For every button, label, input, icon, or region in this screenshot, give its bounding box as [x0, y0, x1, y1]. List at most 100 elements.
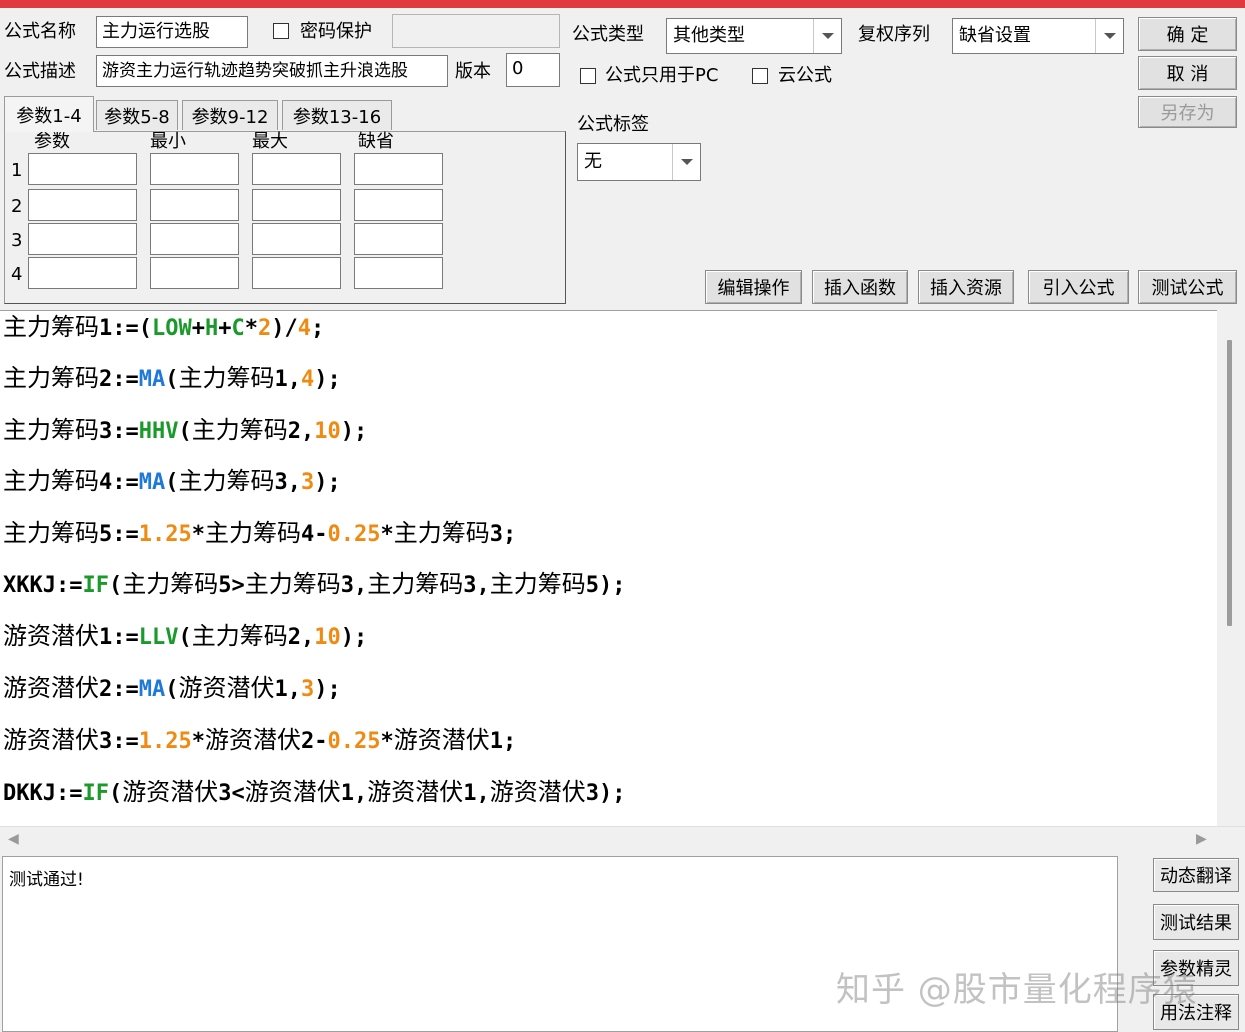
- code-line[interactable]: XKKJ:=IF(主力筹码5>主力筹码3,主力筹码3,主力筹码5);: [3, 569, 625, 601]
- param-4-min-input[interactable]: [150, 257, 239, 289]
- code-token: 游资潜伏: [367, 778, 464, 806]
- chevron-down-icon[interactable]: [1095, 19, 1123, 53]
- param-2-min-input[interactable]: [150, 189, 239, 221]
- code-token: 2,: [287, 625, 315, 650]
- code-token: );: [340, 419, 368, 444]
- dynamic-translate-button[interactable]: 动态翻译: [1153, 858, 1239, 892]
- code-token: HHV: [138, 419, 179, 444]
- param-3-max-input[interactable]: [252, 223, 341, 255]
- code-token: 主力筹码: [3, 313, 99, 341]
- param-4-max-input[interactable]: [252, 257, 341, 289]
- code-token: )/: [271, 316, 298, 341]
- code-token: DKKJ:=: [3, 781, 83, 806]
- code-token: );: [314, 677, 341, 702]
- code-line[interactable]: 游资潜伏2:=MA(游资潜伏1,3);: [3, 673, 341, 705]
- code-token: 3;: [489, 522, 517, 547]
- code-token: MA: [138, 367, 166, 392]
- code-token: 3,: [274, 470, 302, 495]
- save-as-button[interactable]: 另存为: [1138, 96, 1237, 128]
- cloud-checkbox[interactable]: [752, 68, 768, 84]
- param-header-max: 最大: [252, 131, 288, 152]
- code-token: (: [165, 677, 179, 702]
- param-2-default-input[interactable]: [354, 189, 443, 221]
- edit-ops-button[interactable]: 编辑操作: [705, 270, 802, 304]
- param-header-min: 最小: [150, 131, 186, 152]
- tab-params-13-16[interactable]: 参数13-16: [282, 100, 392, 130]
- code-token: 3:=: [99, 729, 139, 754]
- arrow-left-icon[interactable]: ◀: [8, 831, 19, 847]
- param-1-max-input[interactable]: [252, 153, 341, 185]
- code-token: 游资潜伏: [489, 778, 586, 806]
- code-editor[interactable]: 主力筹码1:=(LOW+H+C*2)/4; 主力筹码2:=MA(主力筹码1,4);…: [0, 310, 1217, 826]
- param-3-min-input[interactable]: [150, 223, 239, 255]
- code-token: 游资潜伏: [178, 674, 275, 702]
- watermark: 知乎 @股市量化程序猿: [836, 970, 1198, 1010]
- param-3-default-input[interactable]: [354, 223, 443, 255]
- formula-name-input[interactable]: 主力运行选股: [96, 16, 248, 48]
- arrow-right-icon[interactable]: ▶: [1196, 831, 1207, 847]
- cloud-label: 云公式: [778, 65, 832, 86]
- formula-tag-select[interactable]: 无: [577, 143, 701, 181]
- code-line[interactable]: 主力筹码2:=MA(主力筹码1,4);: [3, 363, 341, 395]
- code-token: +: [191, 316, 205, 341]
- code-token: );: [314, 470, 341, 495]
- param-4-default-input[interactable]: [354, 257, 443, 289]
- code-token: 主力筹码: [191, 622, 288, 650]
- insert-function-button[interactable]: 插入函数: [812, 270, 908, 304]
- code-token: 4:=: [99, 470, 139, 495]
- param-2-name-input[interactable]: [28, 189, 137, 221]
- editor-vertical-scrollbar[interactable]: [1217, 310, 1245, 826]
- code-token: 0.25: [327, 522, 381, 547]
- code-line[interactable]: DKKJ:=IF(游资潜伏3<游资潜伏1,游资潜伏1,游资潜伏3);: [3, 777, 625, 809]
- code-token: 1,: [340, 781, 368, 806]
- code-token: 1,: [274, 677, 302, 702]
- code-line[interactable]: 主力筹码3:=HHV(主力筹码2,10);: [3, 415, 367, 447]
- param-3-name-input[interactable]: [28, 223, 137, 255]
- chevron-down-icon[interactable]: [672, 144, 700, 180]
- code-line[interactable]: 主力筹码4:=MA(主力筹码3,3);: [3, 466, 341, 498]
- code-token: LLV: [138, 625, 179, 650]
- code-token: C: [231, 316, 245, 341]
- formula-desc-input[interactable]: 游资主力运行轨迹趋势突破抓主升浪选股: [96, 55, 448, 87]
- code-token: *: [191, 522, 205, 547]
- code-line[interactable]: 游资潜伏1:=LLV(主力筹码2,10);: [3, 621, 367, 653]
- code-line[interactable]: 主力筹码5:=1.25*主力筹码4-0.25*主力筹码3;: [3, 518, 516, 550]
- ok-button[interactable]: 确 定: [1138, 17, 1237, 51]
- tab-params-5-8[interactable]: 参数5-8: [96, 100, 178, 130]
- code-token: *: [380, 522, 394, 547]
- formula-tag-label: 公式标签: [577, 114, 649, 135]
- param-1-default-input[interactable]: [354, 153, 443, 185]
- editor-horizontal-scrollbar[interactable]: ◀ ▶: [0, 826, 1245, 852]
- cancel-button[interactable]: 取 消: [1138, 56, 1237, 90]
- param-1-min-input[interactable]: [150, 153, 239, 185]
- param-2-max-input[interactable]: [252, 189, 341, 221]
- code-token: ;: [310, 316, 325, 341]
- pc-only-checkbox[interactable]: [580, 68, 596, 84]
- rights-select[interactable]: 缺省设置: [952, 18, 1124, 54]
- code-line[interactable]: 主力筹码1:=(LOW+H+C*2)/4;: [3, 312, 324, 344]
- code-token: 3<: [218, 781, 245, 806]
- chevron-down-icon[interactable]: [813, 19, 841, 53]
- test-formula-button[interactable]: 测试公式: [1138, 270, 1237, 304]
- code-token: 2:=: [99, 367, 139, 392]
- insert-resource-button[interactable]: 插入资源: [918, 270, 1014, 304]
- param-4-name-input[interactable]: [28, 257, 137, 289]
- code-token: (: [108, 781, 123, 806]
- password-input[interactable]: [392, 14, 560, 48]
- code-token: 游资潜伏: [3, 726, 99, 754]
- code-token: 游资潜伏: [393, 726, 490, 754]
- code-token: );: [340, 625, 368, 650]
- import-formula-button[interactable]: 引入公式: [1028, 270, 1129, 304]
- test-result-button[interactable]: 测试结果: [1153, 904, 1239, 940]
- formula-type-select[interactable]: 其他类型: [666, 18, 842, 54]
- code-token: 1;: [489, 729, 517, 754]
- scrollbar-thumb[interactable]: [1227, 340, 1232, 626]
- tab-params-1-4[interactable]: 参数1-4: [4, 96, 94, 132]
- param-1-name-input[interactable]: [28, 153, 137, 185]
- version-input[interactable]: 0: [506, 53, 560, 87]
- tab-params-9-12[interactable]: 参数9-12: [182, 100, 278, 130]
- code-line[interactable]: 游资潜伏3:=1.25*游资潜伏2-0.25*游资潜伏1;: [3, 725, 516, 757]
- pc-only-label: 公式只用于PC: [605, 65, 719, 86]
- password-checkbox[interactable]: [273, 23, 289, 39]
- code-token: 主力筹码: [244, 570, 341, 598]
